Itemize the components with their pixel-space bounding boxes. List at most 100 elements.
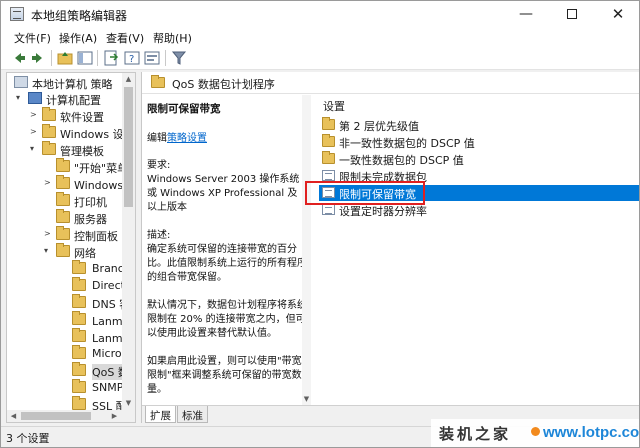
properties-icon[interactable] [143,49,161,67]
list-item-label: 非一致性数据包的 DSCP 值 [339,137,475,150]
folder-icon [56,226,70,240]
window-title: 本地组策略编辑器 [31,9,128,23]
maximize-button[interactable] [549,1,595,27]
folder-icon [72,260,86,274]
folder-icon [322,134,335,147]
requirements-text: Windows Server 2003 操作系统或 Windows XP Pro… [147,174,300,213]
menu-view[interactable]: 查看(V) [106,30,144,46]
description-scrollbar[interactable]: ▼ [302,95,311,405]
filter-icon[interactable] [170,49,188,67]
folder-icon [72,328,86,342]
list-item-label: 设置定时器分辨率 [339,205,427,218]
scroll-up-icon[interactable]: ▲ [122,75,135,83]
toolbar-separator [165,50,166,66]
scrollbar-thumb[interactable] [124,87,133,207]
watermark-cn: 装机之家 [439,425,512,443]
setting-icon [322,204,335,215]
description-text-1: 确定系统可保留的连接带宽的百分比。此值限制系统上运行的所有程序的组合带宽保留。 [147,244,307,283]
group-policy-editor-window: 本地组策略编辑器 — ✕ 文件(F) 操作(A) 查看(V) 帮助(H) ? 本… [0,0,640,448]
description-panel: 限制可保留带宽 编辑策略设置 要求: Windows Server 2003 操… [142,95,309,405]
list-item-label: 第 2 层优先级值 [339,120,419,133]
title-bar[interactable]: 本地组策略编辑器 — ✕ [1,1,639,27]
edit-policy-link[interactable]: 策略设置 [167,133,207,144]
show-hide-tree-icon[interactable] [76,49,94,67]
folder-icon [322,117,335,130]
app-icon [10,7,24,21]
status-text: 3 个设置 [6,432,50,445]
description-label: 描述: [147,230,171,241]
tree-item-label: SNMP [92,381,124,394]
settings-list: 设置 第 2 层优先级值 非一致性数据包的 DSCP 值 一致性数据包的 DSC… [313,95,639,415]
expand-icon[interactable]: > [44,178,54,188]
list-item-conforming-dscp[interactable]: 一致性数据包的 DSCP 值 [319,151,639,167]
tree-item-label: 计算机配置 [46,94,101,107]
tree-horizontal-scrollbar[interactable]: ◀ ▶ [7,410,135,422]
menu-action[interactable]: 操作(A) [59,30,97,46]
toolbar: ? [1,46,639,70]
scroll-right-icon[interactable]: ▶ [108,412,121,420]
requirements-label: 要求: [147,160,171,171]
expand-icon[interactable]: > [30,127,40,137]
expand-icon[interactable]: ▾ [44,246,54,256]
back-arrow-icon[interactable] [10,49,28,67]
folder-icon [56,243,70,257]
scroll-down-icon[interactable]: ▼ [300,395,313,403]
edit-policy-line: 编辑策略设置 [147,132,307,146]
expand-icon[interactable]: ▾ [16,93,26,103]
policy-icon [14,76,28,88]
scroll-down-icon[interactable]: ▼ [122,399,135,407]
folder-icon [42,141,56,155]
folder-icon [56,158,70,172]
setting-icon [322,170,335,181]
setting-title: 限制可保留带宽 [147,103,221,115]
maximize-icon [567,9,577,19]
folder-icon [72,396,86,410]
menu-help[interactable]: 帮助(H) [153,30,192,46]
computer-icon [28,92,42,104]
column-header-setting[interactable]: 设置 [323,98,345,114]
scroll-left-icon[interactable]: ◀ [7,412,20,420]
scrollbar-thumb[interactable] [21,412,91,420]
close-button[interactable]: ✕ [595,1,639,27]
list-item-nonconforming-dscp[interactable]: 非一致性数据包的 DSCP 值 [319,134,639,150]
folder-icon [72,345,86,359]
folder-up-icon[interactable] [56,49,74,67]
tree-item-label: 服务器 [74,213,107,226]
policy-tree-pane[interactable]: 本地计算机 策略 ▾ 计算机配置 > 软件设置 > Windows 设置 ▾ 管… [6,72,136,423]
watermark-url: www.lotpc.com [543,424,640,441]
menu-file[interactable]: 文件(F) [14,30,51,46]
folder-icon [72,294,86,308]
expand-icon[interactable]: > [44,229,54,239]
tree-item-label: 控制面板 [74,230,118,243]
pane-header-title: QoS 数据包计划程序 [172,78,275,91]
help-icon[interactable]: ? [123,49,141,67]
folder-icon [151,75,165,88]
folder-icon [56,192,70,206]
forward-arrow-icon[interactable] [29,49,47,67]
folder-icon [42,124,56,138]
folder-icon [72,362,86,376]
tree-item-label: 本地计算机 策略 [32,78,113,91]
tab-standard[interactable]: 标准 [177,406,208,423]
pane-header: QoS 数据包计划程序 [142,72,639,94]
menu-bar: 文件(F) 操作(A) 查看(V) 帮助(H) [1,27,639,46]
tab-extended[interactable]: 扩展 [145,406,176,423]
tree-item-label: "开始"菜单 [74,162,129,175]
toolbar-separator [51,50,52,66]
minimize-button[interactable]: — [503,1,549,27]
tree-item-label: 网络 [74,247,96,260]
folder-icon [42,107,56,121]
tree-vertical-scrollbar[interactable]: ▲ ▼ [122,73,135,410]
highlight-annotation [305,181,425,205]
watermark-logo-icon [531,427,540,436]
svg-text:?: ? [129,54,134,65]
list-item-layer2-priority[interactable]: 第 2 层优先级值 [319,117,639,133]
folder-icon [322,151,335,164]
folder-icon [72,379,86,393]
expand-icon[interactable]: > [30,110,40,120]
expand-icon[interactable]: ▾ [30,144,40,154]
watermark: 装机之家 www.lotpc.com [431,419,639,447]
export-list-icon[interactable] [102,49,120,67]
tree-item-label: 打印机 [74,196,107,209]
tree-item-label: 软件设置 [60,111,104,124]
